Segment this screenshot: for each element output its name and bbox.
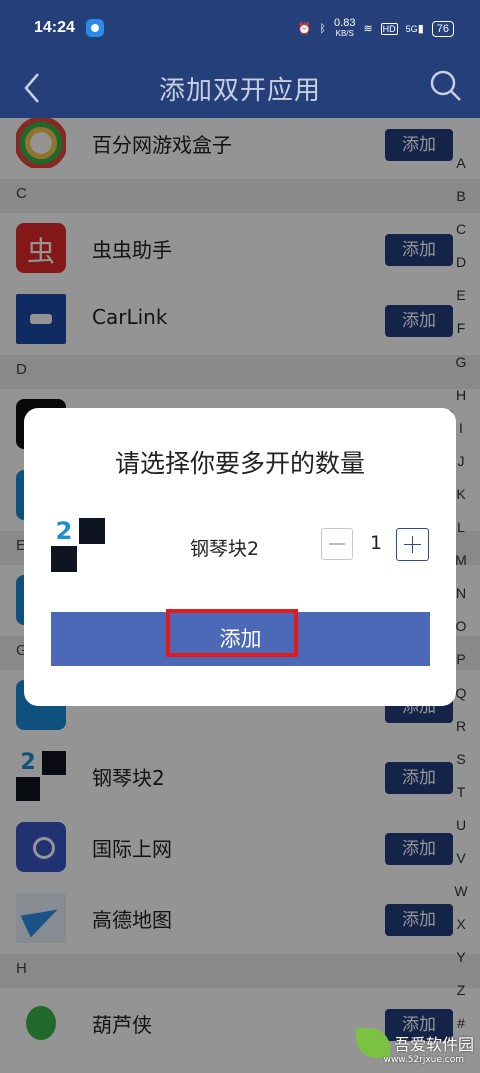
dialog-app-name: 钢琴块2 <box>190 538 260 560</box>
piano-tiles-icon: 2 <box>51 518 105 572</box>
piano-icon-tile <box>79 518 105 544</box>
piano-icon-tile <box>51 546 77 572</box>
network-speed-unit: KB/S <box>335 29 354 38</box>
alarm-icon: ⏰ <box>297 23 312 35</box>
dialog-title: 请选择你要多开的数量 <box>114 449 365 478</box>
network-speed: 0.83 KB/S <box>334 18 355 39</box>
bluetooth-icon: ᛒ <box>319 22 327 35</box>
wifi-icon: ≋ <box>363 23 373 35</box>
increment-button[interactable] <box>396 528 429 561</box>
battery-icon: 76 <box>431 20 454 37</box>
quantity-value: 1 <box>369 532 383 554</box>
decrement-button[interactable] <box>321 528 353 560</box>
leaf-logo-icon <box>355 1028 390 1058</box>
status-icons: ⏰ ᛒ 0.83 KB/S ≋ HD 5G▮ 76 <box>298 18 454 39</box>
watermark-text: 吾爱软件园 <box>393 1035 474 1054</box>
page-title: 添加双开应用 <box>158 76 321 106</box>
notification-app-icon <box>86 19 104 37</box>
watermark-sub: www.52rjxue.com <box>383 1055 464 1065</box>
network-speed-value: 0.83 <box>334 17 356 29</box>
search-icon <box>430 70 461 101</box>
piano-icon-digit: 2 <box>55 517 73 545</box>
signal-icon: 5G▮ <box>405 23 424 35</box>
status-bar: 14:24 ⏰ ᛒ 0.83 KB/S ≋ HD 5G▮ 76 <box>0 0 480 58</box>
hd-icon: HD <box>380 22 398 35</box>
search-button[interactable] <box>428 66 464 106</box>
signal-label: 5G <box>405 24 418 34</box>
status-time: 14:24 <box>34 19 75 36</box>
watermark: 吾爱软件园 www.52rjxue.com <box>355 1021 474 1065</box>
highlight-box <box>166 609 298 657</box>
quantity-dialog: 请选择你要多开的数量 2 钢琴块2 1 添加 <box>24 408 456 706</box>
